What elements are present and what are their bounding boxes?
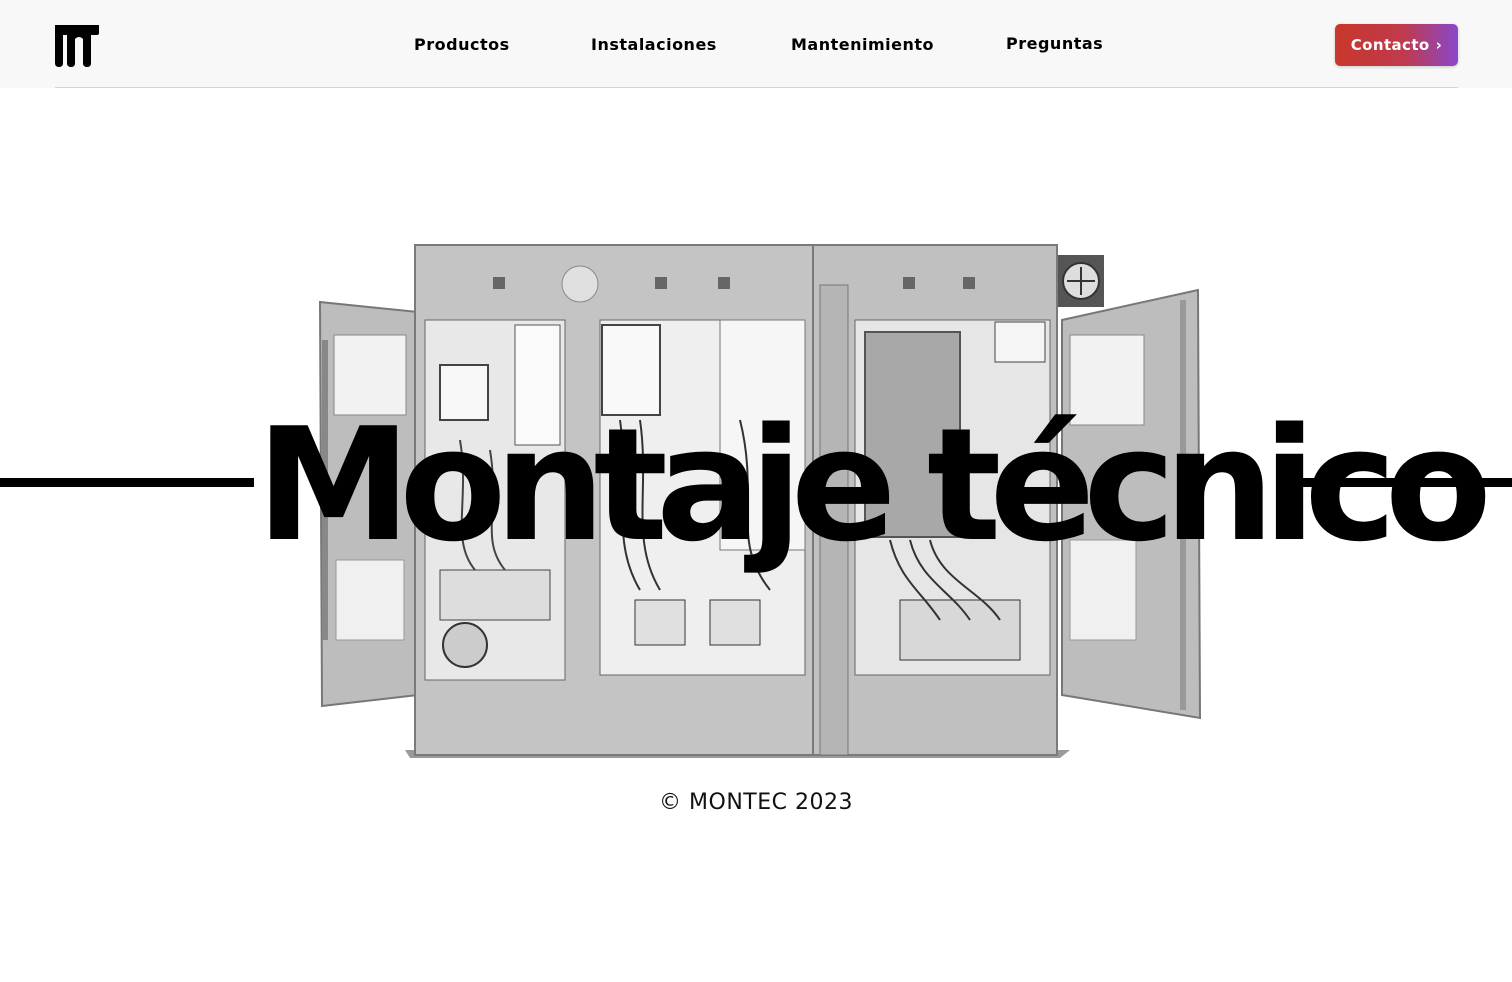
hero-divider-left [0,478,254,487]
nav-mantenimiento[interactable]: Mantenimiento [791,35,934,54]
footer-copyright: © MONTEC 2023 [659,790,853,815]
header: Productos Instalaciones Mantenimiento Pr… [0,0,1512,88]
nav-instalaciones[interactable]: Instalaciones [591,35,717,54]
montec-logo-icon[interactable] [55,23,99,67]
hero-title: Montaje técnico [256,394,1492,576]
nav-preguntas[interactable]: Preguntas [1006,34,1103,53]
nav-productos[interactable]: Productos [414,35,510,54]
contact-button[interactable]: Contacto › [1335,24,1458,66]
header-divider [55,87,1458,88]
chevron-right-icon: › [1435,36,1443,54]
contact-button-label: Contacto [1350,36,1430,54]
